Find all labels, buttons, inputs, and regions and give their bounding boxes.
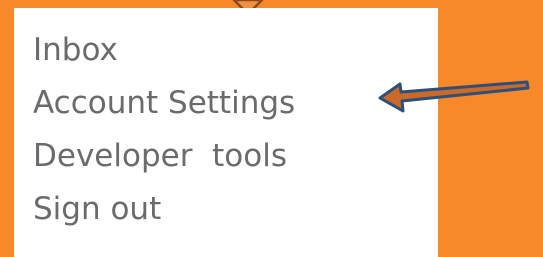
menu-item-inbox[interactable]: Inbox — [33, 30, 118, 70]
menu-item-account-settings[interactable]: Account Settings — [33, 83, 295, 123]
menu-item-sign-out[interactable]: Sign out — [33, 189, 161, 229]
menu-item-developer-tools[interactable]: Developer tools — [33, 136, 287, 176]
dropdown-menu: Inbox Account Settings Developer tools S… — [14, 8, 438, 257]
pointer-arrow-icon — [378, 80, 530, 113]
